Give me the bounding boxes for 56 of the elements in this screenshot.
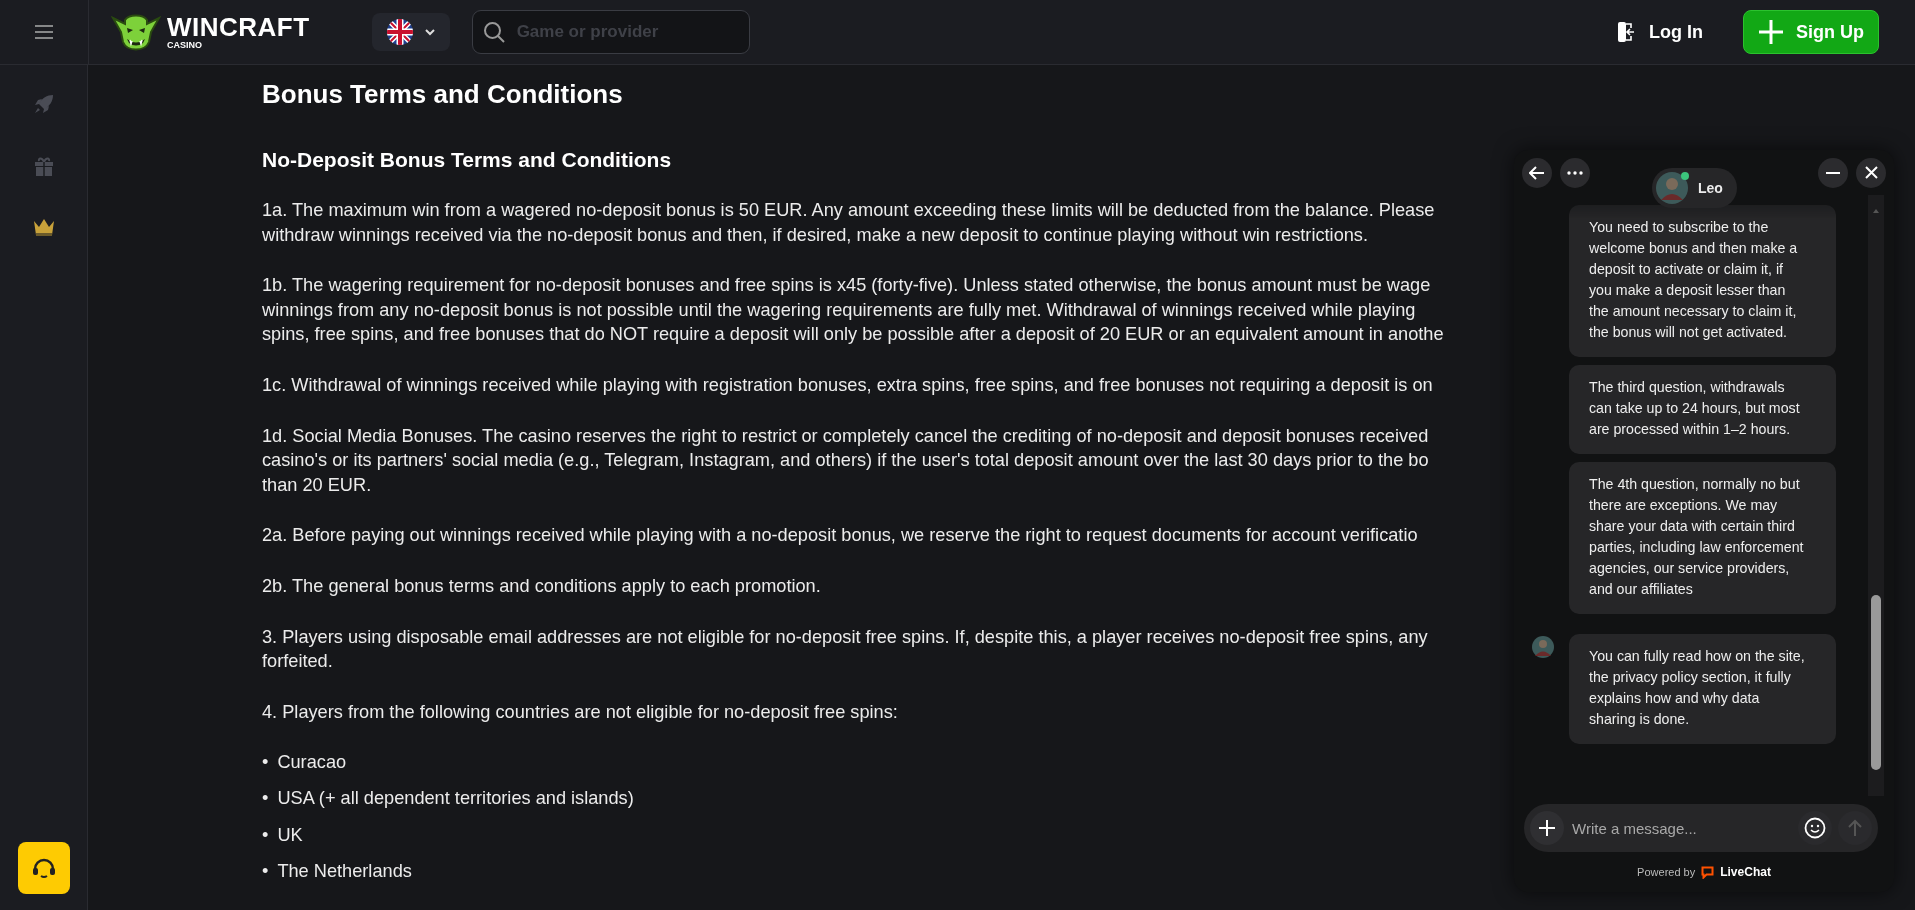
- brand-name[interactable]: LiveChat: [1720, 865, 1771, 879]
- support-button[interactable]: [17, 842, 70, 894]
- door-icon: [1617, 21, 1635, 43]
- chat-message: You can fully read how on the site, the privacy policy section, it fully explains how and why data sharing is done.: [1569, 634, 1836, 744]
- chat-message: The third question, withdrawals can take up to 24 hours, but most are processed within 1–2 hours.: [1569, 365, 1836, 454]
- list-bullet: •: [262, 787, 269, 811]
- chevron-down-icon: [424, 28, 435, 36]
- paragraph-line: 1c. Withdrawal of winnings received while playing with registration bonuses, extra spins, free spins, and free bonuses not requiring a deposit is on: [262, 373, 1433, 397]
- back-button[interactable]: [1522, 157, 1552, 188]
- list-item: UK: [277, 823, 303, 847]
- list-item: The Netherlands: [277, 859, 412, 883]
- minimize-button[interactable]: [1818, 157, 1848, 188]
- minimize-icon: [1826, 170, 1840, 175]
- emoji-button[interactable]: [1798, 811, 1832, 845]
- plus-icon: [1758, 19, 1784, 45]
- paragraph-line: 4. Players from the following countries are not eligible for no-deposit free spins:: [262, 700, 898, 724]
- paragraph-line: withdraw winnings received via the no-deposit bonus and then, if desired, make a new deposit to continue playing without win restrictions.: [262, 223, 1369, 247]
- smiley-icon: [1804, 817, 1826, 839]
- paragraph-line: than 20 EUR.: [262, 473, 372, 497]
- plus-icon: [1539, 820, 1555, 836]
- back-icon: [1529, 165, 1545, 180]
- arrow-up-icon: [1847, 819, 1863, 837]
- logo-text: WINCRAFT: [167, 14, 310, 40]
- page-title: Bonus Terms and Conditions: [262, 79, 624, 110]
- list-bullet: •: [262, 859, 269, 883]
- list-bullet: •: [262, 823, 269, 847]
- paragraph-line: 2b. The general bonus terms and conditions apply to each promotion.: [262, 574, 821, 598]
- attach-button[interactable]: [1530, 811, 1564, 845]
- paragraph-line: winnings from any no-deposit bonus is not possible until the wagering requirements are fully met. Withdrawal of winnings received while playing: [262, 298, 1416, 322]
- section-heading: No-Deposit Bonus Terms and Conditions: [262, 148, 673, 172]
- paragraph-line: spins, free spins, and free bonuses that do NOT require a deposit will only be possible after a deposit of 20 EUR or an equivalent amount in anothe: [262, 323, 1444, 347]
- logo-subtitle: CASINO: [167, 41, 203, 50]
- close-button[interactable]: [1856, 157, 1886, 188]
- list-item: USA (+ all dependent territories and islands): [277, 787, 634, 811]
- list-bullet: •: [262, 751, 269, 775]
- paragraph-line: 2a. Before paying out winnings received while playing with a no-deposit bonus, we reserve the right to request documents for account verificatio: [262, 524, 1418, 548]
- more-icon: [1567, 170, 1583, 175]
- chat-bubble-icon: [1701, 865, 1715, 879]
- paragraph-line: 3. Players using disposable email addresses are not eligible for no-deposit free spins. If, despite this, a player receives no-deposit free spins, any: [262, 625, 1428, 649]
- list-item: Curacao: [277, 751, 347, 775]
- paragraph-line: forfeited.: [262, 650, 333, 674]
- language-selector[interactable]: [371, 13, 450, 51]
- chat-message: The 4th question, normally no but there are exceptions. We may share your data with certain third parties, including law enforcement agencies, our service providers, and our affiliates: [1569, 462, 1836, 614]
- search-icon: [482, 21, 505, 43]
- paragraph-line: 1d. Social Media Bonuses. The casino reserves the right to restrict or completely cancel the crediting of no-deposit and deposit bonuses received: [262, 424, 1429, 448]
- paragraph-line: 1b. The wagering requirement for no-deposit bonuses and free spins is x45 (forty-five). Unless stated otherwise, the bonus amount must be wage: [262, 274, 1431, 298]
- paragraph-line: casino's or its partners' social media (e.g., Telegram, Instagram, and others) if the user's total deposit amount over the last 30 days prior to the bo: [262, 449, 1429, 473]
- paragraph-line: 1a. The maximum win from a wagered no-deposit bonus is 50 EUR. Any amount exceeding these limits will be deducted from the balance. Please: [262, 199, 1435, 222]
- close-icon: [1864, 166, 1878, 179]
- avatar-icon: [1656, 172, 1688, 204]
- login-button[interactable]: Log In: [1611, 20, 1709, 44]
- agent-name: Leo: [1698, 180, 1723, 196]
- more-button[interactable]: [1560, 157, 1590, 188]
- flag-icon: [386, 19, 413, 45]
- powered-by-text: Powered by: [1637, 866, 1696, 878]
- chat-message: You need to subscribe to the welcome bonus and then make a deposit to activate or claim it, if you make a deposit lesser than the amount necessary to claim it, the bonus will not get activated.: [1569, 205, 1836, 357]
